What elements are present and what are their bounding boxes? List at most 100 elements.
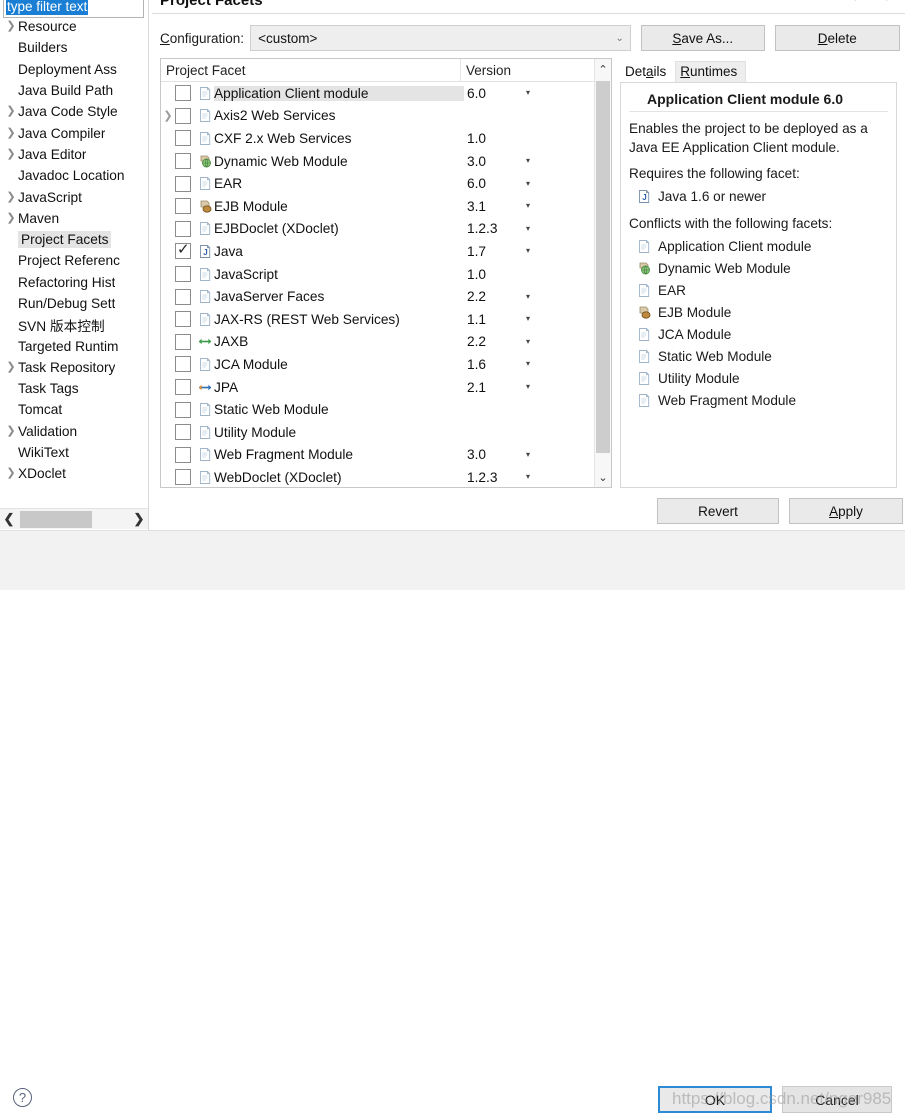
- facet-name-cell[interactable]: Application Client module: [214, 85, 464, 101]
- version-dropdown-icon[interactable]: ▾: [526, 360, 546, 368]
- facet-checkbox[interactable]: [175, 107, 191, 124]
- facet-name-cell[interactable]: Java: [214, 244, 464, 259]
- sidebar-item-run-debug-sett[interactable]: Run/Debug Sett: [0, 293, 148, 314]
- table-row[interactable]: JAX-RS (REST Web Services) 1.1 ▾: [161, 308, 611, 331]
- version-dropdown-icon[interactable]: ▾: [526, 89, 546, 97]
- facet-name-cell[interactable]: JavaServer Faces: [214, 289, 464, 304]
- cancel-button[interactable]: Cancel: [782, 1086, 892, 1113]
- sidebar-item-svn[interactable]: SVN 版本控制: [0, 314, 148, 335]
- facet-version[interactable]: 2.2: [464, 334, 526, 349]
- facet-name-cell[interactable]: JCA Module: [214, 357, 464, 372]
- sidebar-item-task-repository[interactable]: ❯ Task Repository: [0, 357, 148, 378]
- facet-checkbox[interactable]: [175, 356, 191, 373]
- facet-name-cell[interactable]: JAX-RS (REST Web Services): [214, 312, 464, 327]
- facet-checkbox[interactable]: [175, 446, 191, 463]
- version-dropdown-icon[interactable]: ▾: [526, 315, 546, 323]
- facet-name-cell[interactable]: JPA: [214, 380, 464, 395]
- chevron-right-icon[interactable]: ❯: [4, 21, 18, 32]
- facet-version[interactable]: 2.2: [464, 289, 526, 304]
- facet-checkbox[interactable]: [175, 424, 191, 441]
- vertical-scrollbar-track[interactable]: [596, 79, 610, 453]
- facet-version[interactable]: 1.0: [464, 131, 526, 146]
- facet-version[interactable]: 1.2.3: [464, 470, 526, 485]
- delete-button[interactable]: Delete: [774, 25, 900, 51]
- table-row[interactable]: CXF 2.x Web Services 1.0: [161, 127, 611, 150]
- sidebar-item-resource[interactable]: ❯ Resource: [0, 16, 148, 37]
- facet-name-cell[interactable]: Utility Module: [214, 425, 464, 440]
- table-row[interactable]: JAXB 2.2 ▾: [161, 331, 611, 354]
- facet-name-cell[interactable]: WebDoclet (XDoclet): [214, 470, 464, 485]
- facet-name-cell[interactable]: Static Web Module: [214, 402, 464, 417]
- facet-name-cell[interactable]: JavaScript: [214, 267, 464, 282]
- facet-version[interactable]: 6.0: [464, 176, 526, 191]
- sidebar-item-java-build-path[interactable]: Java Build Path: [0, 80, 148, 101]
- chevron-right-icon[interactable]: ❯: [4, 361, 18, 373]
- sidebar-item-maven[interactable]: ❯ Maven: [0, 208, 148, 229]
- facet-name-cell[interactable]: Web Fragment Module: [214, 447, 464, 462]
- facet-version[interactable]: 6.0: [464, 86, 526, 101]
- chevron-right-icon[interactable]: ❯: [161, 109, 175, 122]
- facet-name-cell[interactable]: JAXB: [214, 334, 464, 349]
- facet-version[interactable]: 3.0: [464, 447, 526, 462]
- column-header-version[interactable]: Version: [461, 59, 611, 81]
- sidebar-item-javadoc-location[interactable]: Javadoc Location: [0, 165, 148, 186]
- table-row[interactable]: Static Web Module: [161, 398, 611, 421]
- sidebar-item-validation[interactable]: ❯ Validation: [0, 421, 148, 442]
- facet-version[interactable]: 1.0: [464, 267, 526, 282]
- sidebar-item-xdoclet[interactable]: ❯ XDoclet: [0, 463, 148, 484]
- facet-name-cell[interactable]: Dynamic Web Module: [214, 154, 464, 169]
- sidebar-item-java-code-style[interactable]: ❯ Java Code Style: [0, 101, 148, 122]
- table-row[interactable]: ❯ Axis2 Web Services: [161, 105, 611, 128]
- facet-name-cell[interactable]: EJBDoclet (XDoclet): [214, 221, 464, 236]
- facet-checkbox[interactable]: [175, 130, 191, 147]
- table-row[interactable]: Application Client module 6.0 ▾: [161, 82, 611, 105]
- sidebar-item-java-editor[interactable]: ❯ Java Editor: [0, 144, 148, 165]
- table-row[interactable]: Dynamic Web Module 3.0 ▾: [161, 150, 611, 173]
- facet-checkbox[interactable]: [175, 401, 191, 418]
- facet-checkbox[interactable]: [175, 175, 191, 192]
- facet-checkbox[interactable]: [175, 311, 191, 328]
- sidebar-item-tomcat[interactable]: Tomcat: [0, 399, 148, 420]
- sidebar-horizontal-scrollbar[interactable]: ❮ ❯: [0, 508, 148, 529]
- sidebar-item-project-referenc[interactable]: Project Referenc: [0, 250, 148, 271]
- tab-details[interactable]: Details: [620, 61, 676, 82]
- facet-name-cell[interactable]: Axis2 Web Services: [214, 108, 464, 123]
- sidebar-item-targeted-runtim[interactable]: Targeted Runtim: [0, 335, 148, 356]
- table-row[interactable]: WebDoclet (XDoclet) 1.2.3 ▾: [161, 466, 611, 487]
- sidebar-item-task-tags[interactable]: Task Tags: [0, 378, 148, 399]
- table-row[interactable]: EAR 6.0 ▾: [161, 172, 611, 195]
- apply-button[interactable]: Apply: [789, 498, 903, 524]
- version-dropdown-icon[interactable]: ▾: [526, 450, 546, 458]
- chevron-right-icon[interactable]: ❯: [4, 191, 18, 203]
- column-header-project-facet[interactable]: Project Facet: [161, 59, 461, 81]
- sidebar-item-java-compiler[interactable]: ❯ Java Compiler: [0, 122, 148, 143]
- configuration-dropdown[interactable]: <custom> ⌄: [250, 25, 631, 51]
- scroll-down-icon[interactable]: ⌄: [595, 467, 611, 487]
- facet-version[interactable]: 1.6: [464, 357, 526, 372]
- facet-version[interactable]: 1.7: [464, 244, 526, 259]
- tab-runtimes[interactable]: Runtimes: [675, 61, 747, 82]
- sidebar-item-refactoring-hist[interactable]: Refactoring Hist: [0, 272, 148, 293]
- chevron-right-icon[interactable]: ❯: [4, 127, 18, 139]
- chevron-right-icon[interactable]: ❯: [4, 148, 18, 160]
- table-row[interactable]: JPA 2.1 ▾: [161, 376, 611, 399]
- revert-button[interactable]: Revert: [657, 498, 779, 524]
- version-dropdown-icon[interactable]: ▾: [526, 292, 546, 300]
- facet-checkbox[interactable]: [175, 220, 191, 237]
- table-row[interactable]: Web Fragment Module 3.0 ▾: [161, 444, 611, 467]
- chevron-right-icon[interactable]: ❯: [4, 212, 18, 224]
- chevron-right-icon[interactable]: ❯: [4, 425, 18, 437]
- facet-version[interactable]: 1.2.3: [464, 221, 526, 236]
- chevron-right-icon[interactable]: ❯: [4, 106, 18, 117]
- scrollbar-thumb[interactable]: [20, 510, 92, 528]
- vertical-scrollbar-thumb[interactable]: [596, 81, 610, 453]
- version-dropdown-icon[interactable]: ▾: [526, 179, 546, 187]
- table-row[interactable]: JCA Module 1.6 ▾: [161, 353, 611, 376]
- table-row[interactable]: EJBDoclet (XDoclet) 1.2.3 ▾: [161, 218, 611, 241]
- facet-version[interactable]: 3.1: [464, 199, 526, 214]
- project-facet-table[interactable]: Project Facet Version Application Client…: [160, 58, 612, 488]
- facet-version[interactable]: 2.1: [464, 380, 526, 395]
- facet-checkbox[interactable]: [175, 469, 191, 486]
- facet-name-cell[interactable]: CXF 2.x Web Services: [214, 131, 464, 146]
- table-row[interactable]: Utility Module: [161, 421, 611, 444]
